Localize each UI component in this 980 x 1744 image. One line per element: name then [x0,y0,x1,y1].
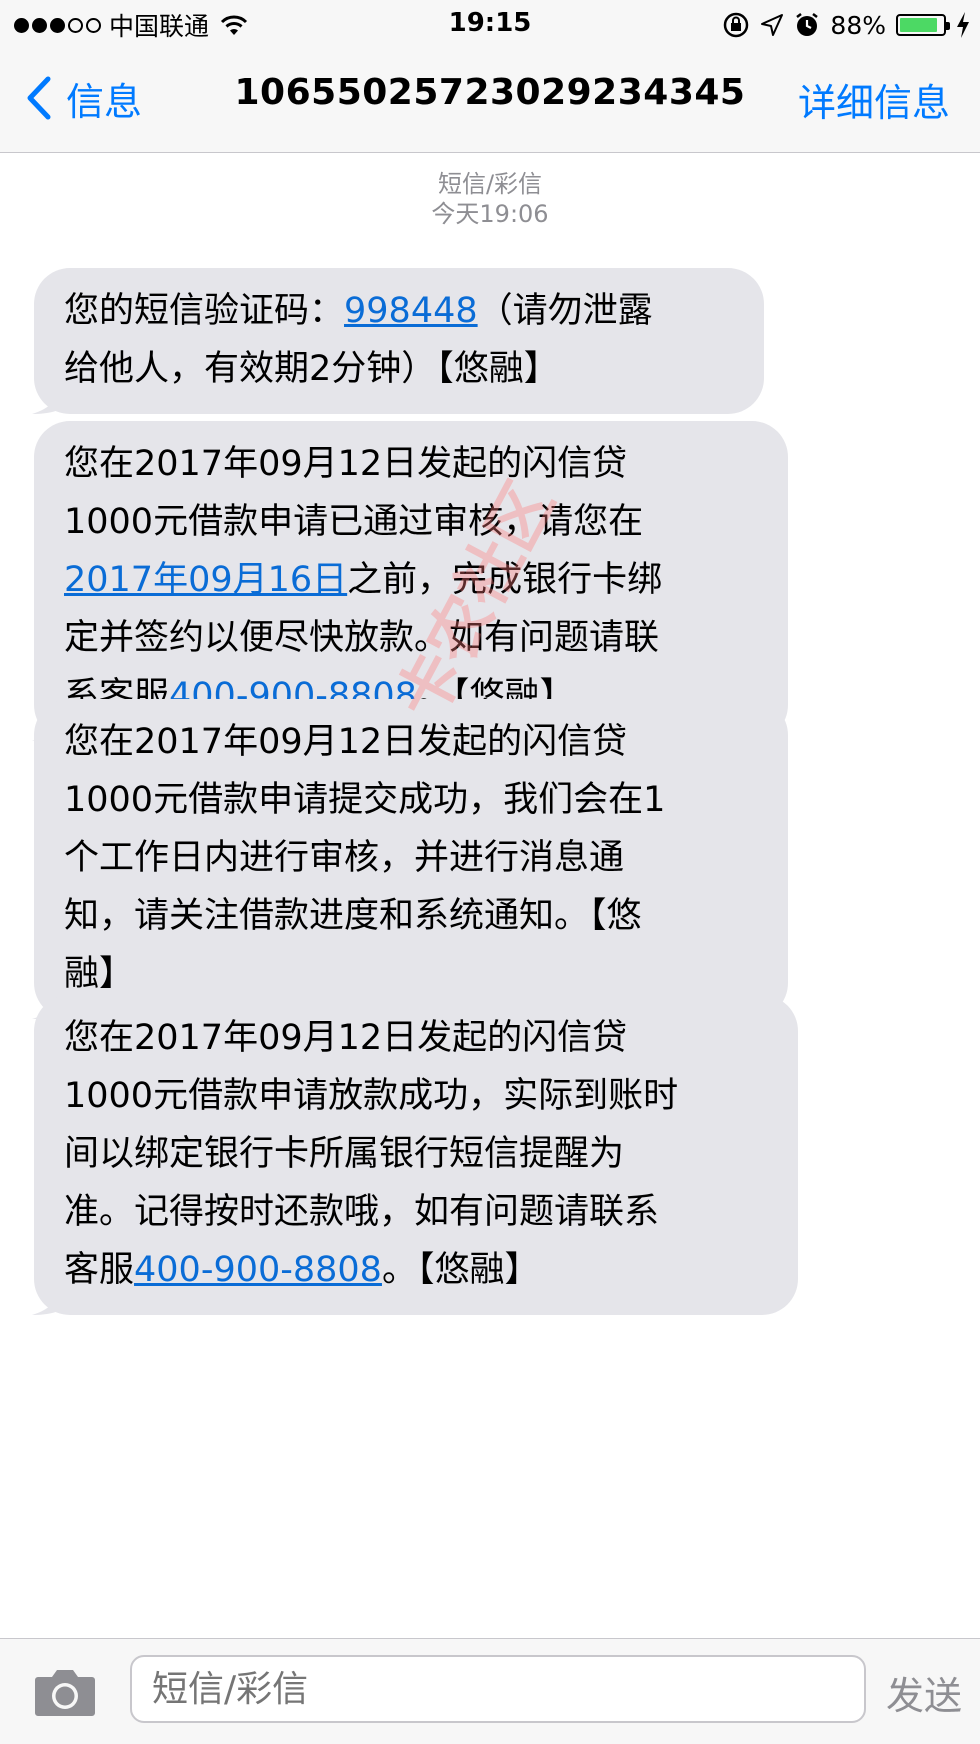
message-text: 定并签约以便尽快放款。如有问题请联 [64,618,660,658]
message-line: 您在2017年09月12日发起的闪信贷 [64,713,758,771]
message-text: 。【悠融】 [381,1250,540,1290]
status-bar: 中国联通 19:15 88% [0,0,980,48]
message-body: 您的短信验证码：998448（请勿泄露给他人，有效期2分钟）【悠融】 [32,268,764,414]
message-text: 您在2017年09月12日发起的闪信贷 [64,444,628,484]
message-line: 给他人，有效期2分钟）【悠融】 [64,340,734,398]
status-right: 88% [722,8,970,42]
thread-timestamp: 今天19:06 [431,200,549,228]
message-text: 您在2017年09月12日发起的闪信贷 [64,1018,628,1058]
battery-percent: 88% [830,10,886,40]
details-button[interactable]: 详细信息 [798,72,950,127]
charging-bolt-icon [957,12,969,38]
message-link[interactable]: 400-900-8808 [134,1250,382,1290]
message-bubble[interactable]: 您在2017年09月12日发起的闪信贷 1000元借款申请提交成功，我们会在1 个工… [32,699,788,1019]
send-button[interactable]: 发送 [886,1665,962,1720]
navigation-bar: 信息 10655025723029234345 详细信息 [0,48,980,153]
message-text: 准。记得按时还款哦，如有问题请联系 [64,1192,660,1232]
battery-icon [896,14,950,36]
alarm-icon [796,13,819,36]
message-text: 1000元借款申请放款成功，实际到账时 [64,1076,679,1116]
message-line: 您在2017年09月12日发起的闪信贷 [64,1009,768,1067]
message-text: 1000元借款申请提交成功，我们会在1 [64,780,666,820]
bubble-tail [32,378,72,414]
message-bubble[interactable]: 您在2017年09月12日发起的闪信贷 1000元借款申请放款成功，实际到账时 间以… [32,995,798,1315]
message-line: 知，请关注借款进度和系统通知。【悠 [64,887,758,945]
message-line: 准。记得按时还款哦，如有问题请联系 [64,1183,768,1241]
message-line: 1000元借款申请已通过审核，请您在 [64,493,758,551]
rotation-lock-icon [724,12,749,38]
message-line: 您的短信验证码：998448（请勿泄露 [64,282,734,340]
message-line: 间以绑定银行卡所属银行短信提醒为 [64,1125,768,1183]
message-text: 间以绑定银行卡所属银行短信提醒为 [64,1134,625,1174]
message-input[interactable] [130,1655,866,1723]
message-text: （请勿泄露 [477,291,653,331]
message-link[interactable]: 998448 [344,291,478,331]
message-text: 客服 [64,1250,135,1290]
message-text: 知，请关注借款进度和系统通知。【悠 [64,896,642,936]
message-body: 您在2017年09月12日发起的闪信贷 1000元借款申请提交成功，我们会在1 个工… [32,699,788,1019]
message-text: 融】 [64,954,135,994]
message-line: 1000元借款申请放款成功，实际到账时 [64,1067,768,1125]
message-link[interactable]: 2017年09月16日 [64,560,347,600]
message-text: 给他人，有效期2分钟）【悠融】 [64,349,559,389]
battery-level-fill [900,18,937,32]
message-line: 2017年09月16日之前，完成银行卡绑 [64,551,758,609]
bubble-tail [32,1279,72,1315]
camera-icon[interactable] [34,1667,96,1717]
message-text: 您的短信验证码： [64,291,345,331]
compose-bar: 发送 [0,1638,980,1744]
message-body: 您在2017年09月12日发起的闪信贷 1000元借款申请放款成功，实际到账时 间以… [32,995,798,1315]
message-text: 个工作日内进行审核，并进行消息通 [64,838,625,878]
location-arrow-icon [761,14,784,36]
message-line: 您在2017年09月12日发起的闪信贷 [64,435,758,493]
message-line: 客服400-900-8808。【悠融】 [64,1241,768,1299]
message-text: 您在2017年09月12日发起的闪信贷 [64,722,628,762]
message-line: 个工作日内进行审核，并进行消息通 [64,829,758,887]
message-bubble[interactable]: 您的短信验证码：998448（请勿泄露给他人，有效期2分钟）【悠融】 [32,268,764,414]
message-line: 1000元借款申请提交成功，我们会在1 [64,771,758,829]
